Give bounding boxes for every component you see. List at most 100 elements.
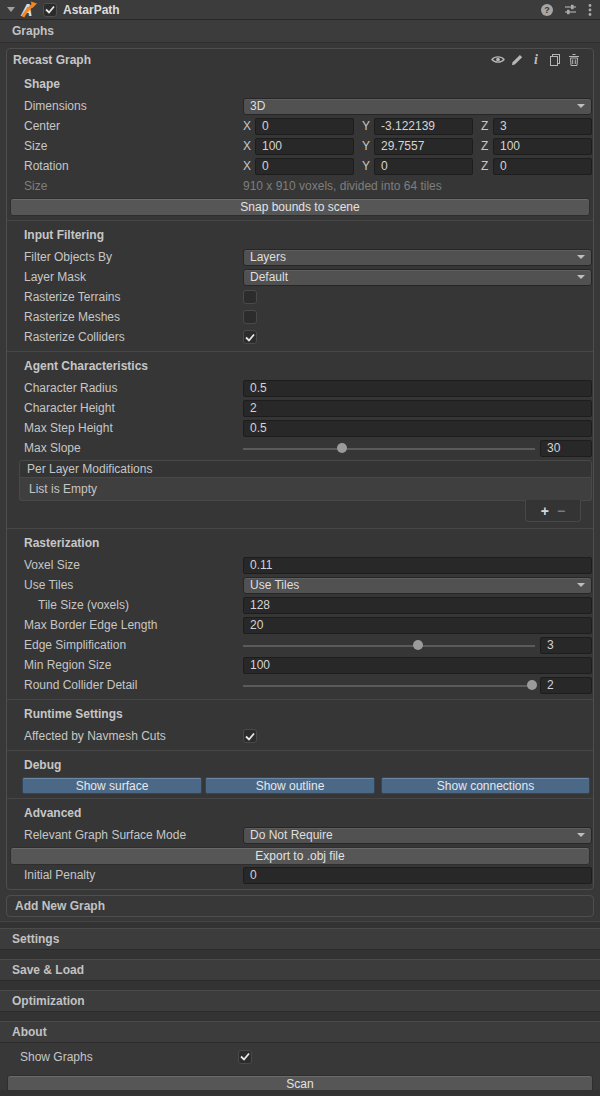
field-value-area: 0 — [243, 867, 592, 884]
section-header-save-load[interactable]: Save & Load — [0, 959, 600, 981]
tile-size-voxels-field[interactable]: 128 — [243, 597, 592, 614]
axis-label: Y — [362, 159, 374, 173]
show-surface-button[interactable]: Show surface — [22, 777, 202, 794]
filter-objects-by-dropdown[interactable]: Layers — [243, 249, 592, 266]
field-value-area: 0.11 — [243, 557, 592, 574]
round-collider-detail-field[interactable]: 2 — [540, 677, 592, 694]
initial-penalty-field[interactable]: 0 — [243, 867, 592, 884]
duplicate-icon[interactable] — [548, 53, 562, 67]
row-size: Size910 x 910 voxels, divided into 64 ti… — [7, 176, 593, 196]
field-label: Size — [24, 179, 243, 193]
export-to-obj-file-button[interactable]: Export to .obj file — [10, 847, 590, 865]
chevron-down-icon — [577, 104, 585, 108]
row-character-height: Character Height2 — [7, 398, 593, 418]
rasterize-terrains-checkbox[interactable] — [243, 290, 257, 304]
section-header-about[interactable]: About — [0, 1021, 600, 1043]
rotation-x-field[interactable]: 0 — [255, 158, 354, 175]
field-label: Character Height — [24, 401, 243, 415]
trash-icon[interactable] — [567, 53, 581, 67]
field-label: Show Graphs — [20, 1050, 238, 1064]
round-collider-detail-slider[interactable] — [243, 677, 535, 694]
field-value-area: 0.5 — [243, 380, 592, 397]
add-item-button[interactable]: + — [541, 504, 549, 518]
row-size: SizeX100Y29.7557Z100 — [7, 136, 593, 156]
relevant-graph-surface-mode-dropdown[interactable]: Do Not Require — [243, 827, 592, 844]
character-height-field[interactable]: 2 — [243, 400, 592, 417]
voxel-size-field[interactable]: 0.11 — [243, 557, 592, 574]
rasterize-colliders-checkbox[interactable] — [243, 330, 257, 344]
rasterize-meshes-checkbox[interactable] — [243, 310, 257, 324]
slider-track[interactable] — [243, 645, 535, 647]
field-value-area: 2 — [243, 400, 592, 417]
section-header-settings[interactable]: Settings — [0, 928, 600, 950]
show-connections-button[interactable]: Show connections — [381, 777, 590, 794]
field-value-area: Use Tiles — [243, 577, 592, 594]
max-border-edge-length-field[interactable]: 20 — [243, 617, 592, 634]
use-tiles-dropdown[interactable]: Use Tiles — [243, 577, 592, 594]
section-agent-characteristics: Agent CharacteristicsCharacter Radius0.5… — [7, 352, 593, 524]
field-label: Max Border Edge Length — [24, 618, 243, 632]
max-step-height-field[interactable]: 0.5 — [243, 420, 592, 437]
edge-simplification-field[interactable]: 3 — [540, 637, 592, 654]
slider-track[interactable] — [243, 448, 535, 450]
center-z-field[interactable]: 3 — [493, 118, 592, 135]
affected-by-navmesh-cuts-checkbox[interactable] — [243, 729, 257, 743]
remove-item-button[interactable]: − — [557, 504, 565, 518]
section-title: Shape — [7, 76, 593, 92]
edge-simplification-slider[interactable] — [243, 637, 535, 654]
chevron-down-icon — [577, 275, 585, 279]
size-z-field[interactable]: 100 — [493, 138, 592, 155]
snap-bounds-to-scene-button[interactable]: Snap bounds to scene — [10, 198, 590, 216]
field-label: Rasterize Meshes — [24, 310, 243, 324]
row-tile-size-voxels: Tile Size (voxels)128 — [7, 595, 593, 615]
center-x-field[interactable]: 0 — [255, 118, 354, 135]
min-region-size-field[interactable]: 100 — [243, 657, 592, 674]
slider-thumb[interactable] — [337, 443, 347, 453]
dropdown-value: Use Tiles — [250, 578, 299, 592]
eye-icon[interactable] — [491, 53, 505, 67]
section-title: Agent Characteristics — [7, 358, 593, 374]
info-text: 910 x 910 voxels, divided into 64 tiles — [243, 179, 442, 193]
slider-track[interactable] — [243, 685, 535, 687]
field-label: Voxel Size — [24, 558, 243, 572]
section-advanced: AdvancedRelevant Graph Surface ModeDo No… — [7, 799, 593, 885]
slider-thumb[interactable] — [413, 640, 423, 650]
help-icon[interactable]: ? — [541, 4, 553, 16]
character-radius-field[interactable]: 0.5 — [243, 380, 592, 397]
center-y-field[interactable]: -3.122139 — [374, 118, 473, 135]
chevron-down-icon — [577, 583, 585, 587]
rotation-z-field[interactable]: 0 — [493, 158, 592, 175]
field-label: Size — [24, 139, 243, 153]
kebab-menu-icon[interactable] — [588, 3, 592, 17]
graphs-section-header[interactable]: Graphs — [0, 20, 600, 43]
show-graphs-checkbox[interactable] — [238, 1050, 252, 1064]
foldout-arrow-icon[interactable] — [7, 7, 15, 12]
row-filter-objects-by: Filter Objects ByLayers — [7, 247, 593, 267]
show-outline-button[interactable]: Show outline — [205, 777, 375, 794]
enabled-checkbox[interactable] — [43, 3, 57, 17]
dimensions-dropdown[interactable]: 3D — [243, 98, 592, 115]
section-title: Input Filtering — [7, 227, 593, 243]
presets-icon[interactable] — [564, 3, 577, 16]
section-header-optimization[interactable]: Optimization — [0, 990, 600, 1012]
max-slope-field[interactable]: 30 — [540, 440, 592, 457]
pencil-icon[interactable] — [510, 53, 524, 67]
vector-x-group: X0 — [243, 158, 354, 175]
graph-title[interactable]: Recast Graph — [13, 53, 91, 67]
max-slope-slider[interactable] — [243, 440, 535, 457]
field-label: Max Slope — [24, 441, 243, 455]
layer-mask-dropdown[interactable]: Default — [243, 269, 592, 286]
rotation-y-field[interactable]: 0 — [374, 158, 473, 175]
row-affected-by-navmesh-cuts: Affected by Navmesh Cuts — [7, 726, 593, 746]
slider-thumb[interactable] — [527, 680, 537, 690]
field-value-area — [243, 310, 592, 324]
field-label: Filter Objects By — [24, 250, 243, 264]
field-label: Initial Penalty — [24, 868, 243, 882]
add-new-graph-button[interactable]: Add New Graph — [6, 895, 594, 917]
size-x-field[interactable]: 100 — [255, 138, 354, 155]
info-icon[interactable]: i — [529, 53, 543, 67]
row-rasterize-terrains: Rasterize Terrains — [7, 287, 593, 307]
list-header[interactable]: Per Layer Modifications — [19, 460, 592, 478]
size-y-field[interactable]: 29.7557 — [374, 138, 473, 155]
list-empty-row: List is Empty — [19, 478, 592, 501]
